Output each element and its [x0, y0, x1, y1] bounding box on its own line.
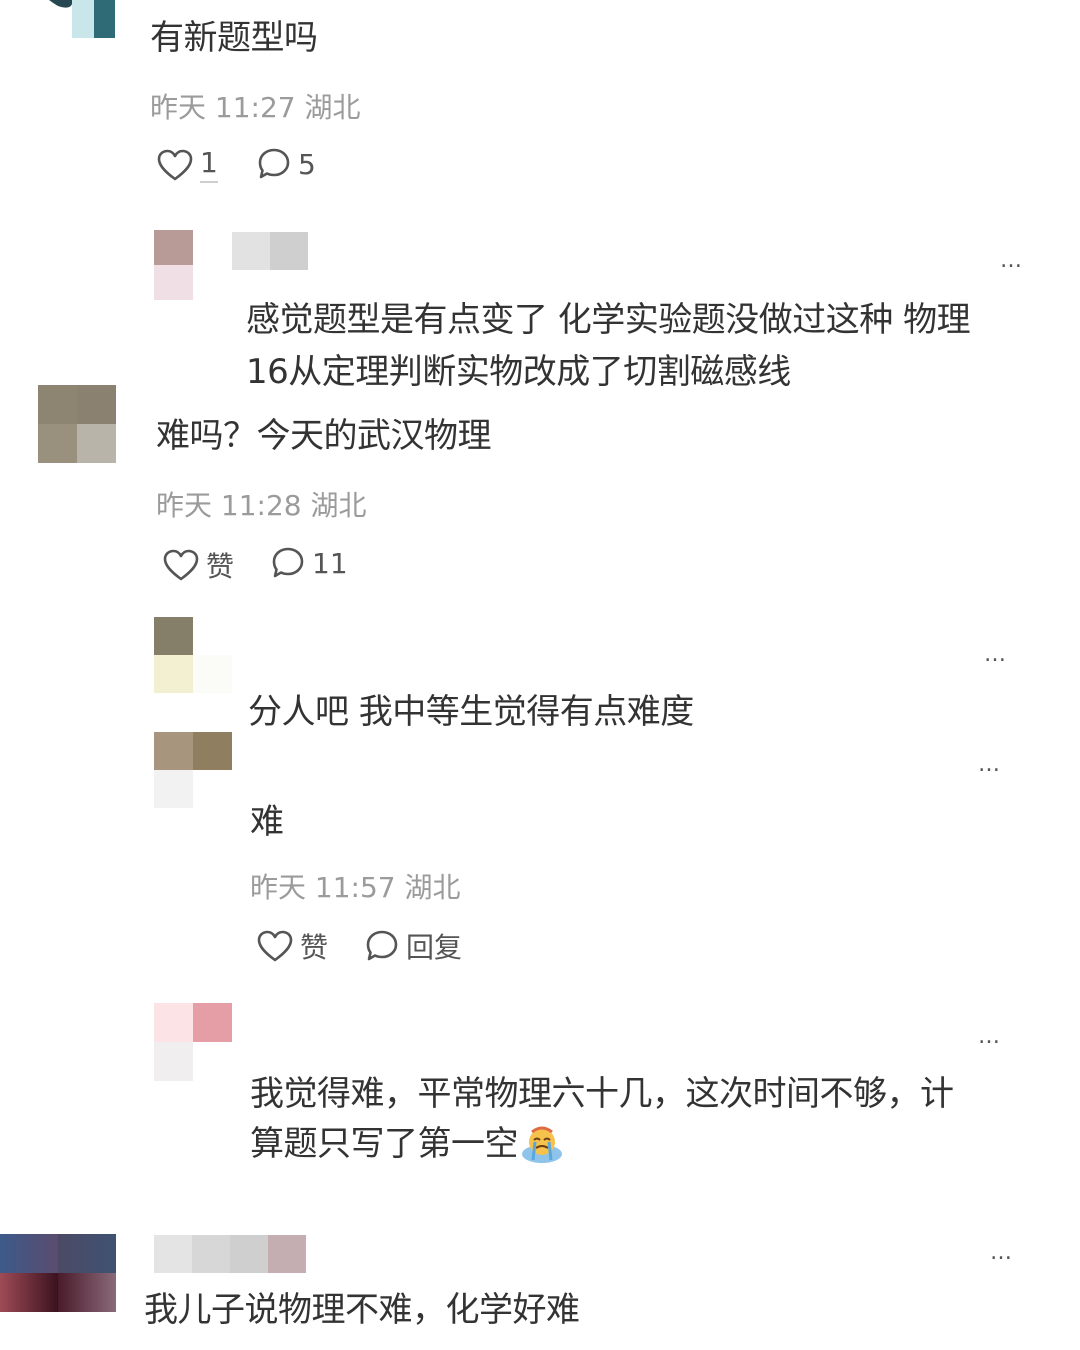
- comment-time: 昨天 11:27: [150, 91, 296, 124]
- heart-outline-icon: [257, 930, 293, 962]
- like-label: 赞: [300, 931, 329, 964]
- like-label: 赞: [206, 550, 235, 583]
- comment-text: 我觉得难，平常物理六十几，这次时间不够，计: [250, 1074, 954, 1114]
- heart-outline-icon: [163, 549, 199, 581]
- comment-text-continued: 算题只写了第一空: [250, 1124, 519, 1164]
- speech-bubble-icon: [258, 148, 290, 179]
- like-button[interactable]: 赞: [256, 926, 328, 966]
- avatar[interactable]: [154, 230, 232, 300]
- comment-location: 湖北: [404, 871, 461, 904]
- avatar[interactable]: [154, 1003, 232, 1081]
- comment-text-continued-row: 算题只写了第一空: [250, 1118, 564, 1170]
- avatar[interactable]: [38, 385, 116, 463]
- more-options-icon[interactable]: …: [990, 1240, 1014, 1265]
- comment-text: 我儿子说物理不难，化学好难: [144, 1290, 580, 1330]
- comment-text: 有新题型吗: [150, 18, 318, 58]
- more-options-icon[interactable]: …: [978, 1024, 1002, 1049]
- comment-text: 难: [250, 802, 284, 842]
- comment-meta: 昨天 11:27 湖北: [150, 86, 361, 126]
- comment-location: 湖北: [304, 91, 361, 124]
- reply-button[interactable]: 11: [270, 545, 348, 581]
- avatar[interactable]: [10, 0, 115, 38]
- comment-meta: 昨天 11:28 湖北: [156, 484, 367, 524]
- more-options-icon[interactable]: …: [984, 642, 1008, 667]
- reply-button[interactable]: 回复: [364, 926, 462, 966]
- username-blurred[interactable]: [154, 1235, 306, 1273]
- speech-bubble-icon: [366, 930, 398, 961]
- more-options-icon[interactable]: …: [978, 752, 1002, 777]
- comment-meta: 昨天 11:57 湖北: [250, 866, 461, 906]
- comment-text: 感觉题型是有点变了 化学实验题没做过这种 物理: [246, 300, 971, 340]
- more-options-icon[interactable]: …: [1000, 248, 1024, 273]
- avatar[interactable]: [0, 1234, 116, 1312]
- comment-time: 昨天 11:57: [250, 871, 396, 904]
- avatar[interactable]: [154, 732, 232, 808]
- comment-time: 昨天 11:28: [156, 489, 302, 522]
- comment-text: 难吗？今天的武汉物理: [156, 416, 492, 456]
- comment-text-continued: 16从定理判断实物改成了切割磁感线: [246, 352, 791, 392]
- like-count: 1: [200, 146, 218, 183]
- reply-count: 5: [298, 147, 316, 181]
- avatar[interactable]: [154, 617, 232, 693]
- comment-text: 分人吧 我中等生觉得有点难度: [248, 692, 694, 732]
- like-button[interactable]: 1: [156, 146, 218, 183]
- reply-button[interactable]: 5: [256, 146, 316, 182]
- crying-emoji-icon: [520, 1124, 564, 1164]
- username-blurred[interactable]: [232, 232, 308, 270]
- reply-count: 11: [312, 546, 348, 580]
- speech-bubble-icon: [272, 547, 304, 578]
- reply-label: 回复: [406, 931, 463, 964]
- comment-location: 湖北: [310, 489, 367, 522]
- heart-outline-icon: [157, 149, 193, 180]
- like-button[interactable]: 赞: [162, 545, 234, 585]
